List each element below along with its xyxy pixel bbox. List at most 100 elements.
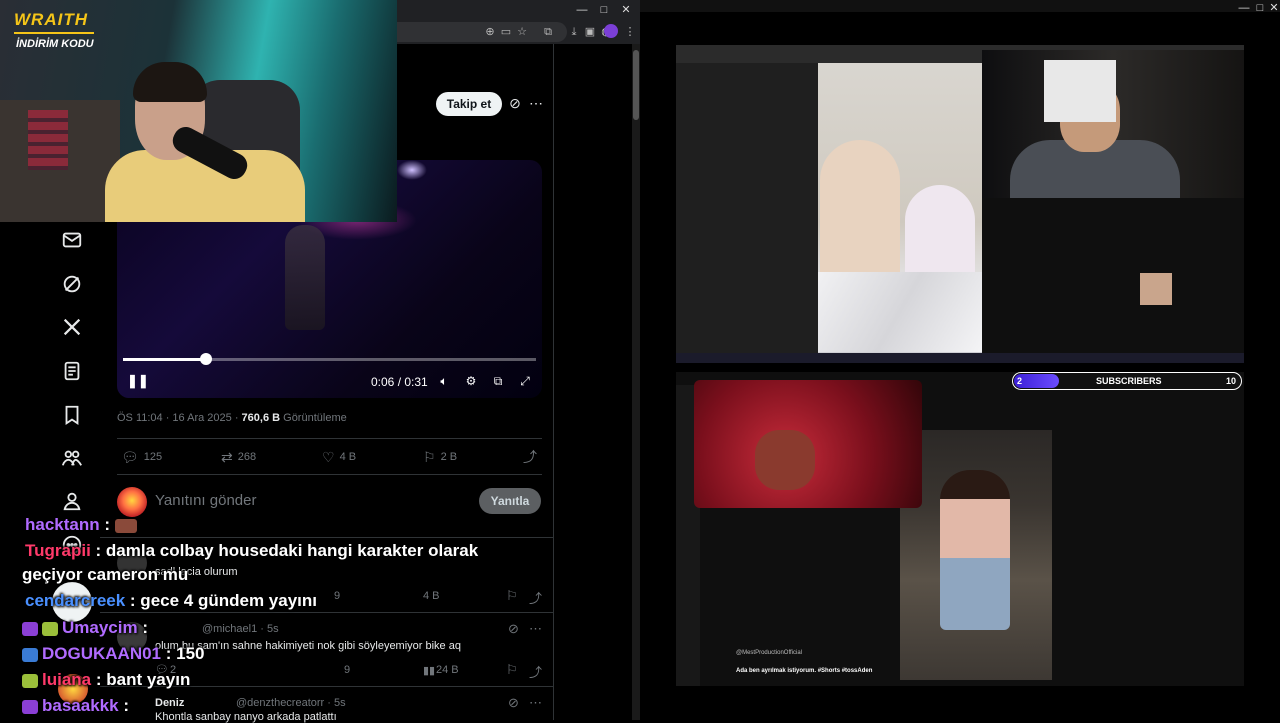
reply-view-count[interactable]: 24 B [436,664,459,676]
grok-icon[interactable]: ⊘ [508,695,519,711]
grok-nav-icon[interactable] [58,270,86,298]
share-icon[interactable]: ⤴ [529,662,542,681]
heart-icon: ♡ [322,448,335,465]
more-options-icon[interactable]: ⋯ [529,695,542,711]
share-icon[interactable]: ⤴ [523,449,537,465]
bookmark-icon[interactable] [58,401,86,429]
third-streamer-head [755,430,815,490]
star-icon[interactable]: ☆ [514,24,530,40]
reply-input[interactable]: Yanıtını gönder [155,492,256,509]
cast-icon[interactable]: ▭ [498,24,514,40]
chat-message: basaakkk : [22,696,129,716]
video-person [940,470,1010,630]
close-icon[interactable]: ✕ [616,2,636,18]
like-stat[interactable]: ♡ 4 B [322,449,356,465]
comments-panel [982,198,1244,353]
video-frame-performer [285,225,325,330]
pause-icon[interactable]: ❚❚ [127,373,149,391]
more-options-icon[interactable]: ⋯ [527,95,545,113]
profile-avatar[interactable] [604,24,618,38]
reply-avatar [117,487,147,517]
more-options-icon[interactable]: ⋯ [529,621,542,637]
video-child [905,185,975,280]
short-caption: Ada ben ayrılmak istiyorum. #Shorts #tos… [736,668,873,674]
reply-author[interactable]: Deniz [155,697,184,709]
bookmark-small-icon: ⚐ [423,448,436,465]
grok-icon[interactable]: ⊘ [506,95,524,113]
reply-like-count[interactable]: 9 [344,664,350,676]
divider [117,438,542,439]
zoom-icon[interactable]: ⊕ [482,24,498,40]
post-meta: ÖS 11:04 · 16 Ara 2025 · 760,6 B Görüntü… [117,412,347,424]
maximize-icon[interactable]: □ [594,2,614,18]
sub-badge-icon [22,673,38,688]
subscriber-goal: 10 [1226,376,1237,386]
chat-username: basaakkk [42,696,119,715]
minimize-icon[interactable]: — [572,2,592,18]
video-progress-knob[interactable] [199,353,212,365]
volume-icon[interactable]: 🔈︎ [436,374,452,390]
chat-text: : [142,618,149,637]
chat-text: : [123,696,129,715]
views-icon[interactable]: ▮▮ [423,664,435,677]
repost-icon: ⇄ [221,448,233,465]
streamer-webcam: WRAITH İNDİRİM KODU [0,0,397,222]
chat-username: cendarcreek [25,591,126,610]
chat-message: hacktann : [25,515,141,535]
like-count: 4 B [339,451,357,463]
chat-text: : 150 [165,644,205,663]
sub-badge-icon [22,621,38,636]
post-datetime: ÖS 11:04 · 16 Ara 2025 · [117,412,242,424]
communities-icon[interactable] [58,444,86,472]
mail-icon[interactable] [58,226,86,254]
pip-icon[interactable]: ⧉ [490,374,506,390]
scrollbar-thumb[interactable] [633,50,639,120]
close-icon[interactable]: ✕ [1264,0,1280,16]
follow-button[interactable]: Takip et [436,92,502,116]
settings-gear-icon[interactable]: ⚙ [463,374,479,390]
chat-text: : gece 4 gündem yayını [129,591,317,610]
taskbar [676,353,1244,363]
chat-message: DOGUKAAN01 : 150 [22,644,205,664]
bookmark-count: 2 B [440,451,458,463]
chat-text: : bant yayın [95,670,191,689]
divider [117,474,542,475]
reply-like-count[interactable]: 9 [334,590,340,602]
repost-stat[interactable]: ⇄ 268 [221,449,256,465]
grok-icon[interactable]: ⊘ [508,621,519,637]
extensions-icon[interactable]: ⧉ [540,24,556,40]
post-views: 760,6 B [241,412,281,424]
divider [100,612,554,613]
bookmark-small-icon[interactable]: ⚐ [506,588,518,604]
chat-message-continued: geçiyor cameron mu [22,565,189,584]
profile-icon[interactable] [58,487,86,515]
reply-stat[interactable]: 💬︎ 125 [121,449,162,465]
chat-message: cendarcreek : gece 4 gündem yayını [25,591,317,611]
reply-handle[interactable]: @michael1 · 5s [202,623,279,635]
menu-icon[interactable]: ⋮ [622,24,638,40]
webcam-person-hair [133,62,207,102]
scrollbar[interactable] [632,44,640,720]
share-icon[interactable]: ⤴ [529,588,542,607]
fullscreen-icon[interactable]: ⤢ [517,374,533,390]
lists-icon[interactable] [58,357,86,385]
window-icon[interactable]: ▣ [582,24,598,40]
reply-view-count[interactable]: 4 B [423,590,440,602]
reply-handle[interactable]: @denzthecreatorr · 5s [236,697,346,709]
chat-text: : [104,515,111,534]
sub-badge-icon [42,621,58,636]
chat-message: luiana : bant yayın [22,670,190,690]
chat-message: Umaycim : [22,618,148,638]
bookmark-stat[interactable]: ⚐ 2 B [423,449,457,465]
short-channel[interactable]: @MestProductionOfficial [736,650,802,656]
reply-text: Khontla sanbay nanyo arkada patlattı [155,711,337,723]
subscriber-label: SUBSCRIBERS [1096,376,1162,386]
bookmark-small-icon[interactable]: ⚐ [506,662,518,678]
subscriber-current: 2 [1017,376,1023,386]
download-icon[interactable]: ⤓ [566,24,582,40]
reply-button[interactable]: Yanıtla [479,488,541,514]
repost-count: 268 [237,451,257,463]
right-titlebar [640,0,1280,12]
x-logo-icon[interactable] [58,313,86,341]
video-frame-light [397,160,427,180]
